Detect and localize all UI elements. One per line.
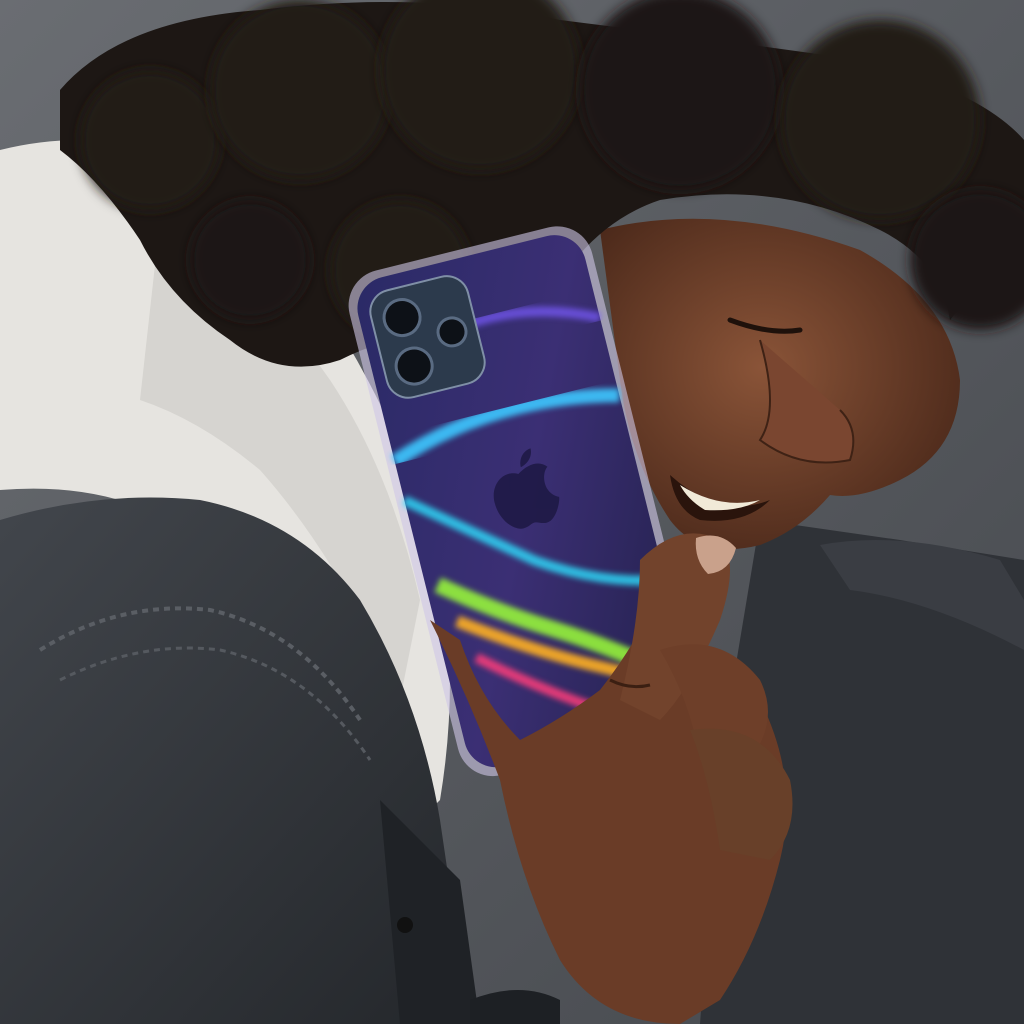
photo-scene <box>0 0 1024 1024</box>
photo-illustration <box>0 0 1024 1024</box>
jacket-button <box>397 917 413 933</box>
